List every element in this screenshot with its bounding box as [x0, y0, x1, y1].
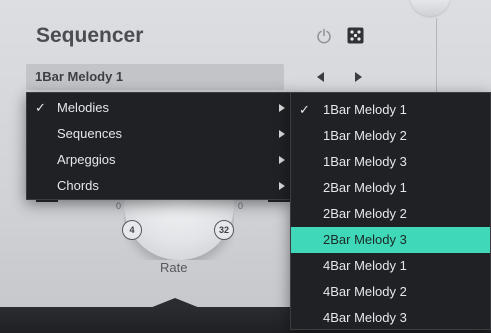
rate-min-badge: 4 — [122, 220, 142, 240]
submenu-arrow-icon — [279, 182, 285, 190]
menu-item-chords[interactable]: Chords — [27, 173, 291, 199]
divider-line — [436, 18, 437, 98]
submenu-item[interactable]: 1Bar Melody 2 — [291, 123, 490, 149]
menu-item-melodies[interactable]: ✓ Melodies — [27, 95, 291, 121]
submenu-item-label: 1Bar Melody 2 — [323, 128, 407, 143]
check-icon: ✓ — [299, 102, 310, 117]
submenu-item-label: 2Bar Melody 1 — [323, 180, 407, 195]
rate-max-badge: 32 — [214, 220, 234, 240]
dice-icon[interactable] — [347, 27, 364, 44]
preset-selector[interactable]: 1Bar Melody 1 — [26, 64, 284, 90]
submenu-arrow-icon — [279, 104, 285, 112]
category-menu: ✓ Melodies Sequences Arpeggios Chords — [26, 92, 292, 200]
submenu-item[interactable]: 2Bar Melody 2 — [291, 201, 490, 227]
submenu-item[interactable]: 4Bar Melody 3 — [291, 305, 490, 331]
check-icon: ✓ — [35, 100, 46, 115]
preset-submenu: ✓ 1Bar Melody 1 1Bar Melody 2 1Bar Melod… — [290, 92, 491, 330]
submenu-item-label: 2Bar Melody 2 — [323, 206, 407, 221]
submenu-item[interactable]: 4Bar Melody 2 — [291, 279, 490, 305]
triangle-right-icon[interactable] — [352, 70, 364, 84]
submenu-item-label: 4Bar Melody 2 — [323, 284, 407, 299]
tick-label-right: 0 — [238, 201, 244, 211]
panel-title: Sequencer — [36, 24, 144, 47]
menu-item-label: Arpeggios — [57, 152, 116, 167]
submenu-item[interactable]: ✓ 1Bar Melody 1 — [291, 97, 490, 123]
preset-name: 1Bar Melody 1 — [35, 69, 124, 84]
submenu-item-label: 2Bar Melody 3 — [323, 232, 407, 247]
submenu-item[interactable]: 2Bar Melody 1 — [291, 175, 490, 201]
submenu-item-label: 1Bar Melody 3 — [323, 154, 407, 169]
submenu-item-label: 1Bar Melody 1 — [323, 102, 407, 117]
menu-item-sequences[interactable]: Sequences — [27, 121, 291, 147]
triangle-left-icon[interactable] — [315, 70, 327, 84]
menu-item-label: Melodies — [57, 100, 110, 115]
submenu-arrow-icon — [279, 156, 285, 164]
menu-item-label: Chords — [57, 178, 99, 193]
submenu-item-label: 4Bar Melody 1 — [323, 258, 407, 273]
submenu-arrow-icon — [279, 130, 285, 138]
submenu-item[interactable]: 1Bar Melody 3 — [291, 149, 490, 175]
menu-item-arpeggios[interactable]: Arpeggios — [27, 147, 291, 173]
menu-item-label: Sequences — [57, 126, 123, 141]
knob-decoration — [410, 0, 450, 16]
rate-label: Rate — [160, 260, 188, 275]
submenu-item-label: 4Bar Melody 3 — [323, 310, 407, 325]
tick-label-left: 0 — [116, 201, 122, 211]
submenu-item[interactable]: 4Bar Melody 1 — [291, 253, 490, 279]
submenu-item-highlighted[interactable]: 2Bar Melody 3 — [291, 227, 490, 253]
power-icon[interactable] — [316, 28, 332, 44]
